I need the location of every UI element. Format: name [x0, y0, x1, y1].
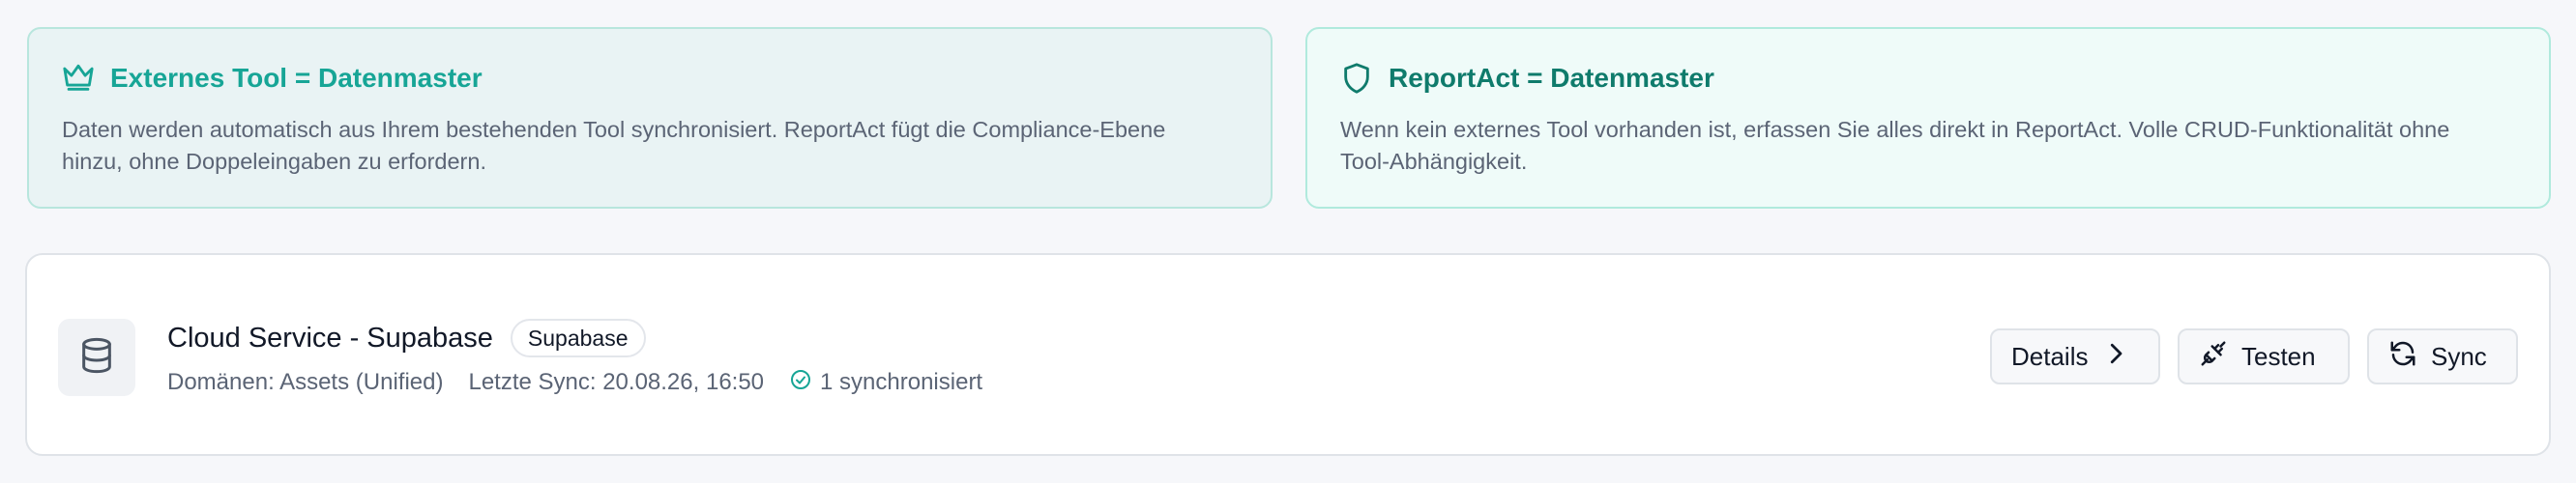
- connection-card: Cloud Service - Supabase Supabase Domäne…: [25, 253, 2551, 456]
- sync-status: 1 synchronisiert: [789, 368, 982, 398]
- test-connection-button[interactable]: Testen: [2178, 328, 2350, 384]
- plug-icon: [2199, 339, 2228, 375]
- chevron-right-icon: [2101, 339, 2130, 375]
- crown-icon: [62, 62, 95, 95]
- refresh-icon: [2388, 339, 2417, 375]
- reportact-master-card: ReportAct = Datenmaster Wenn kein extern…: [1305, 27, 2551, 209]
- shield-icon: [1340, 62, 1373, 95]
- last-sync-text: Letzte Sync: 20.08.26, 16:50: [468, 369, 765, 395]
- card-header: Externes Tool = Datenmaster: [62, 62, 1238, 95]
- test-label: Testen: [2241, 341, 2316, 371]
- details-button[interactable]: Details: [1990, 328, 2160, 384]
- card-description: Daten werden automatisch aus Ihrem beste…: [62, 117, 1166, 174]
- connection-meta: Domänen: Assets (Unified) Letzte Sync: 2…: [167, 365, 982, 400]
- connection-actions: Details Testen Sync: [1990, 328, 2518, 384]
- provider-badge: Supabase: [510, 319, 646, 357]
- card-title: Externes Tool = Datenmaster: [110, 63, 483, 93]
- sync-button[interactable]: Sync: [2367, 328, 2518, 384]
- external-tool-master-card: Externes Tool = Datenmaster Daten werden…: [27, 27, 1273, 209]
- connection-title-row: Cloud Service - Supabase Supabase: [167, 319, 646, 357]
- data-master-info-row: Externes Tool = Datenmaster Daten werden…: [27, 27, 2551, 209]
- card-header: ReportAct = Datenmaster: [1340, 62, 2516, 95]
- domains-text: Domänen: Assets (Unified): [167, 369, 444, 395]
- card-title: ReportAct = Datenmaster: [1389, 63, 1714, 93]
- details-label: Details: [2011, 341, 2089, 371]
- connection-icon-tile: [58, 319, 135, 396]
- sync-status-label: 1 synchronisiert: [820, 369, 983, 395]
- card-description: Wenn kein externes Tool vorhanden ist, e…: [1340, 117, 2450, 174]
- sync-label: Sync: [2431, 341, 2487, 371]
- database-icon: [77, 336, 116, 380]
- connection-name: Cloud Service - Supabase: [167, 322, 493, 354]
- check-circle-icon: [789, 368, 812, 398]
